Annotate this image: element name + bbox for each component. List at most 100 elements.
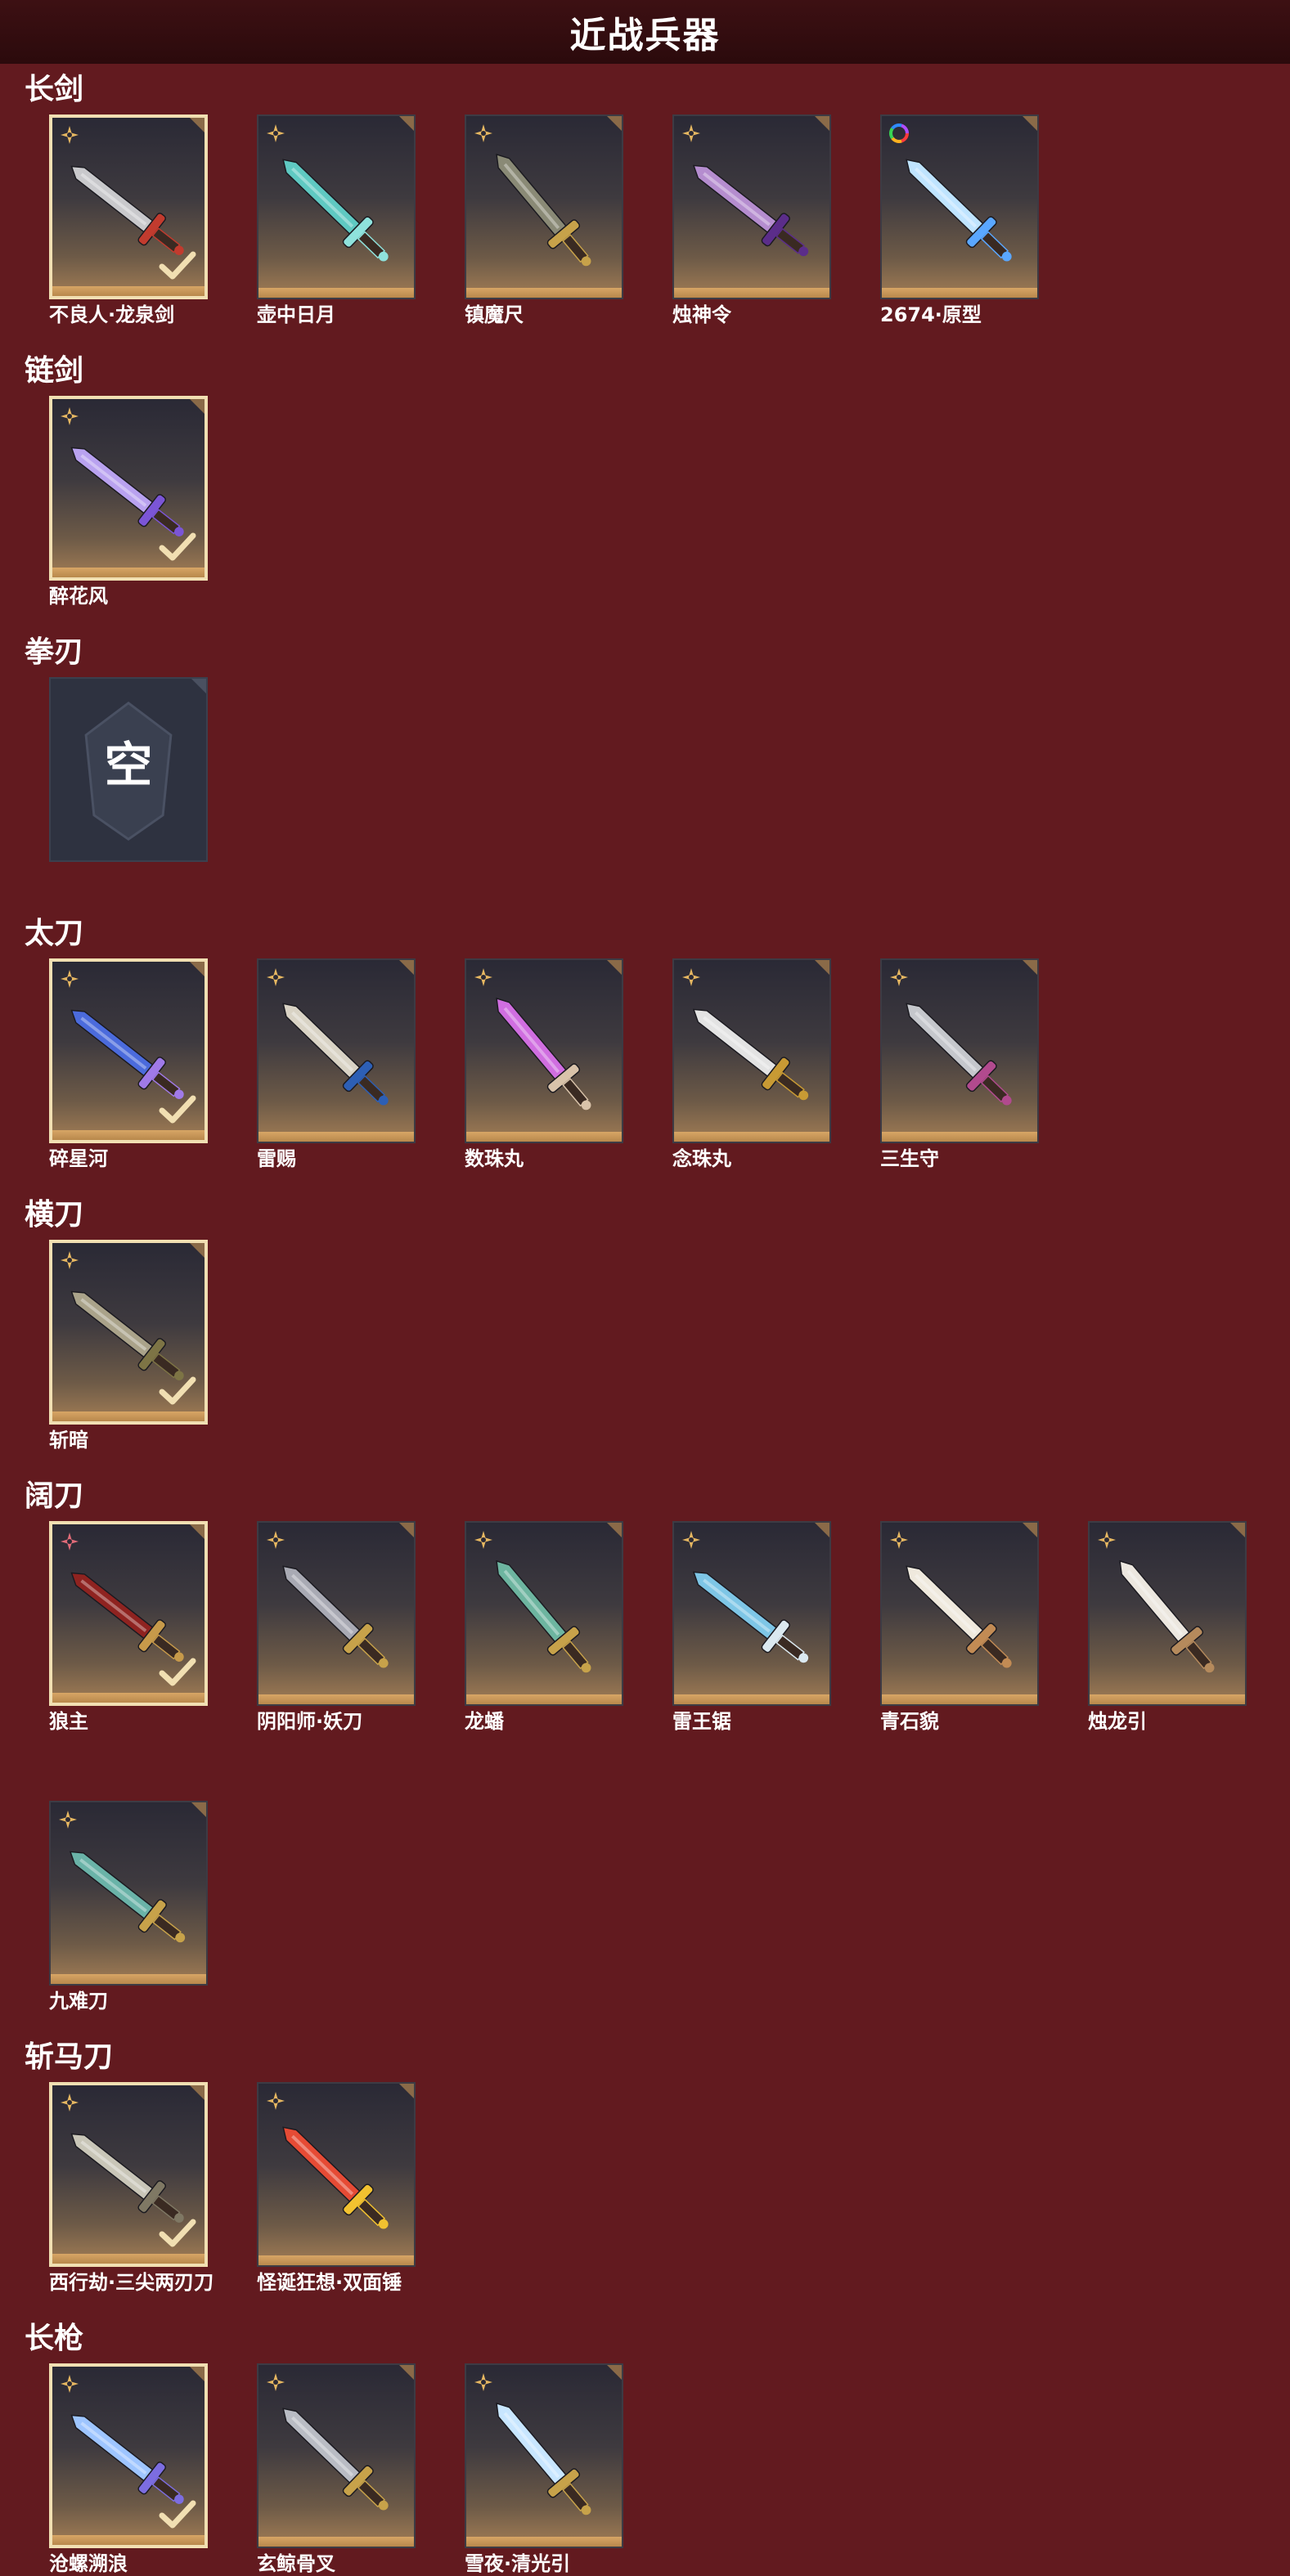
card-corner-tab bbox=[607, 116, 622, 131]
card-corner-tab bbox=[1023, 960, 1037, 975]
checkmark-icon bbox=[159, 1095, 196, 1124]
card-corner-tab bbox=[607, 2365, 622, 2380]
gold-star-icon bbox=[890, 1531, 908, 1549]
gold-star-icon bbox=[682, 1531, 700, 1549]
category-heading: 太刀 bbox=[25, 917, 84, 950]
weapon-card[interactable] bbox=[465, 958, 623, 1143]
checkmark-icon bbox=[159, 251, 196, 280]
weapon-card[interactable] bbox=[49, 1240, 208, 1425]
card-corner-tab bbox=[815, 1523, 829, 1537]
weapon-name-label: 不良人·龙泉剑 bbox=[49, 303, 175, 326]
weapon-card[interactable] bbox=[465, 114, 623, 299]
weapon-name-label: 雷赐 bbox=[257, 1147, 296, 1170]
category-heading: 长剑 bbox=[25, 73, 84, 106]
gold-star-icon bbox=[61, 126, 79, 144]
weapon-name-label: 三生守 bbox=[880, 1147, 939, 1170]
card-bottom-bar bbox=[882, 288, 1037, 298]
card-bottom-bar bbox=[258, 2255, 414, 2265]
weapon-card[interactable] bbox=[465, 2363, 623, 2548]
weapon-name-label: 雷王锯 bbox=[672, 1710, 731, 1733]
weapon-card[interactable] bbox=[49, 1521, 208, 1706]
weapon-card[interactable] bbox=[257, 958, 416, 1143]
weapon-card[interactable] bbox=[880, 958, 1039, 1143]
gold-star-icon bbox=[59, 1811, 77, 1829]
rainbow-ring-icon bbox=[889, 123, 909, 143]
gold-star-icon bbox=[267, 1531, 285, 1549]
weapon-name-label: 烛龙引 bbox=[1088, 1710, 1147, 1733]
card-corner-tab bbox=[607, 1523, 622, 1537]
gold-star-icon bbox=[474, 968, 492, 986]
weapon-card[interactable] bbox=[880, 1521, 1039, 1706]
category-heading: 拳刃 bbox=[25, 635, 84, 669]
weapon-name-label: 怪诞狂想·双面锤 bbox=[257, 2271, 402, 2294]
card-bottom-bar bbox=[674, 288, 829, 298]
card-corner-tab bbox=[190, 2085, 205, 2100]
weapon-card[interactable] bbox=[880, 114, 1039, 299]
weapon-card[interactable] bbox=[672, 1521, 831, 1706]
weapon-name-label: 阴阳师·妖刀 bbox=[257, 1710, 363, 1733]
card-bottom-bar bbox=[52, 2535, 205, 2545]
weapon-card[interactable] bbox=[257, 2082, 416, 2267]
weapon-name-label: 碎星河 bbox=[49, 1147, 108, 1170]
card-corner-tab bbox=[190, 2367, 205, 2381]
weapon-name-label: 青石貌 bbox=[880, 1710, 939, 1733]
gold-star-icon bbox=[267, 968, 285, 986]
weapon-card[interactable] bbox=[672, 114, 831, 299]
weapon-name-label: 镇魔尺 bbox=[465, 303, 524, 326]
weapon-card[interactable] bbox=[49, 396, 208, 581]
weapon-name-label: 雪夜·清光引 bbox=[465, 2552, 571, 2575]
card-corner-tab bbox=[190, 118, 205, 132]
weapon-card[interactable] bbox=[257, 114, 416, 299]
pink-flower-icon bbox=[61, 1533, 79, 1551]
card-corner-tab bbox=[1230, 1523, 1245, 1537]
card-corner-tab bbox=[815, 116, 829, 131]
weapon-name-label: 斩暗 bbox=[49, 1429, 88, 1452]
weapon-card[interactable] bbox=[257, 1521, 416, 1706]
gold-star-icon bbox=[61, 1251, 79, 1269]
weapon-card[interactable] bbox=[257, 2363, 416, 2548]
weapon-card[interactable] bbox=[49, 2363, 208, 2548]
card-corner-tab bbox=[399, 960, 414, 975]
weapon-card[interactable] bbox=[465, 1521, 623, 1706]
card-corner-tab bbox=[399, 2084, 414, 2098]
weapon-card[interactable] bbox=[672, 958, 831, 1143]
gold-star-icon bbox=[267, 124, 285, 142]
weapon-name-label: 玄鲸骨叉 bbox=[257, 2552, 335, 2575]
gold-star-icon bbox=[474, 2373, 492, 2391]
category-heading: 横刀 bbox=[25, 1198, 84, 1232]
card-bottom-bar bbox=[52, 286, 205, 296]
empty-weapon-slot[interactable]: 空 bbox=[49, 677, 208, 862]
card-corner-tab bbox=[1023, 116, 1037, 131]
weapon-card[interactable] bbox=[49, 1801, 208, 1986]
checkmark-icon bbox=[159, 2219, 196, 2247]
card-bottom-bar bbox=[674, 1694, 829, 1704]
card-bottom-bar bbox=[882, 1694, 1037, 1704]
card-corner-tab bbox=[190, 1524, 205, 1539]
weapon-card[interactable] bbox=[49, 114, 208, 299]
weapon-card[interactable] bbox=[1088, 1521, 1247, 1706]
card-corner-tab bbox=[191, 1802, 206, 1817]
weapon-card[interactable] bbox=[49, 2082, 208, 2267]
gold-star-icon bbox=[474, 1531, 492, 1549]
weapon-name-label: 醉花风 bbox=[49, 585, 108, 608]
gold-star-icon bbox=[61, 970, 79, 988]
gold-star-icon bbox=[61, 407, 79, 425]
card-bottom-bar bbox=[1090, 1694, 1245, 1704]
card-corner-tab bbox=[399, 1523, 414, 1537]
card-bottom-bar bbox=[52, 1130, 205, 1140]
card-bottom-bar bbox=[466, 1132, 622, 1142]
category-heading: 长枪 bbox=[25, 2322, 84, 2355]
card-bottom-bar bbox=[258, 1132, 414, 1142]
weapon-card[interactable] bbox=[49, 958, 208, 1143]
gold-star-icon bbox=[61, 2375, 79, 2393]
card-bottom-bar bbox=[466, 2537, 622, 2547]
weapon-name-label: 2674·原型 bbox=[880, 303, 982, 326]
card-bottom-bar bbox=[466, 1694, 622, 1704]
page-title: 近战兵器 bbox=[569, 15, 721, 56]
card-bottom-bar bbox=[52, 1411, 205, 1421]
category-heading: 阔刀 bbox=[25, 1479, 84, 1513]
card-corner-tab bbox=[399, 116, 414, 131]
weapon-name-label: 数珠丸 bbox=[465, 1147, 524, 1170]
checkmark-icon bbox=[159, 532, 196, 561]
card-corner-tab bbox=[399, 2365, 414, 2380]
